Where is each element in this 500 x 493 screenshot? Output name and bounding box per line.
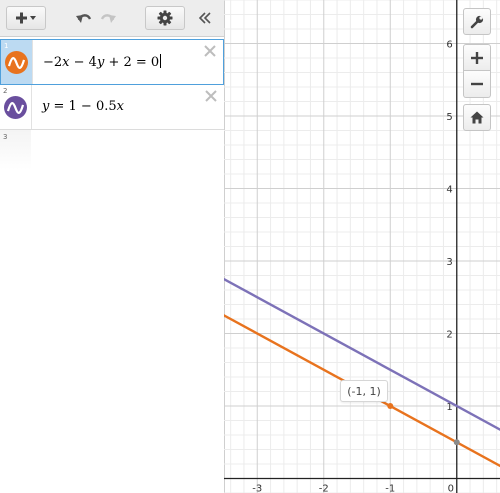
- minus-icon: [471, 82, 483, 86]
- plus-icon: [471, 51, 483, 64]
- expression-row-1[interactable]: 1 −2x − 4y + 2 = 0: [0, 39, 224, 85]
- x-tick-label: -3: [252, 484, 262, 493]
- zoom-controls: [463, 44, 491, 98]
- expression-index: 1: [4, 42, 9, 50]
- zoom-out-button[interactable]: [463, 71, 491, 98]
- expression-formula[interactable]: y = 1 − 0.5x: [42, 99, 124, 114]
- zoom-in-button[interactable]: [463, 44, 491, 71]
- graph-canvas[interactable]: -3 -2 -1 0123456: [224, 0, 500, 493]
- close-icon[interactable]: [204, 89, 218, 103]
- y-tick-label: 4: [446, 185, 452, 196]
- formula-part: − 4: [69, 55, 97, 70]
- redo-button[interactable]: [98, 6, 118, 30]
- plotted-point: [453, 439, 460, 446]
- formula-var: x: [116, 99, 124, 114]
- x-tick-label: -1: [385, 484, 395, 493]
- gear-icon: [157, 10, 173, 26]
- orange-curve-toggle-icon[interactable]: [5, 51, 28, 74]
- minor-gridlines: [224, 0, 500, 493]
- expression-formula[interactable]: −2x − 4y + 2 = 0: [43, 54, 162, 70]
- plus-icon: [16, 12, 36, 24]
- default-viewport-button[interactable]: [463, 104, 491, 131]
- y-tick-label: 6: [446, 40, 452, 51]
- add-expression-button[interactable]: [6, 6, 46, 30]
- expression-gutter: 1: [1, 40, 33, 84]
- expression-row-2[interactable]: 2 y = 1 − 0.5x: [0, 85, 224, 130]
- undo-icon: [76, 14, 92, 23]
- expression-panel: 1 −2x − 4y + 2 = 0 2 y = 1 − 0.5x 3: [0, 0, 225, 493]
- formula-part: −2: [43, 55, 63, 70]
- plotted-point: [387, 403, 394, 409]
- graph-paper[interactable]: -3 -2 -1 0 1 2 3 4 5 6: [224, 0, 500, 493]
- settings-button[interactable]: [145, 6, 185, 30]
- home-icon: [470, 111, 484, 124]
- expression-gutter: 2: [0, 85, 32, 129]
- formula-part: = 1 − 0.5: [49, 99, 117, 114]
- point-coordinate-label[interactable]: (-1, 1): [340, 380, 388, 402]
- expression-row-3[interactable]: 3: [0, 131, 224, 165]
- undo-button[interactable]: [74, 6, 94, 30]
- double-chevron-left-icon: [198, 12, 211, 24]
- y-tick-label: 2: [446, 330, 452, 341]
- collapse-panel-button[interactable]: [196, 6, 214, 30]
- expression-index: 2: [3, 87, 8, 95]
- purple-curve-toggle-icon[interactable]: [4, 96, 27, 119]
- redo-icon: [100, 14, 116, 23]
- text-cursor: [160, 54, 162, 68]
- close-icon[interactable]: [203, 44, 217, 58]
- expression-toolbar: [0, 0, 224, 37]
- wrench-icon: [470, 15, 484, 28]
- plotted-lines: [224, 277, 500, 468]
- plotted-line: [224, 277, 500, 431]
- expression-index: 3: [3, 133, 8, 141]
- x-tick-label: -2: [319, 484, 329, 493]
- formula-var: x: [62, 55, 70, 70]
- y-tick-label: 5: [446, 112, 452, 123]
- y-tick-label: 3: [446, 257, 452, 268]
- graph-settings-button[interactable]: [463, 8, 491, 35]
- formula-part: + 2 = 0: [104, 55, 160, 70]
- x-tick-label: 0: [448, 484, 454, 493]
